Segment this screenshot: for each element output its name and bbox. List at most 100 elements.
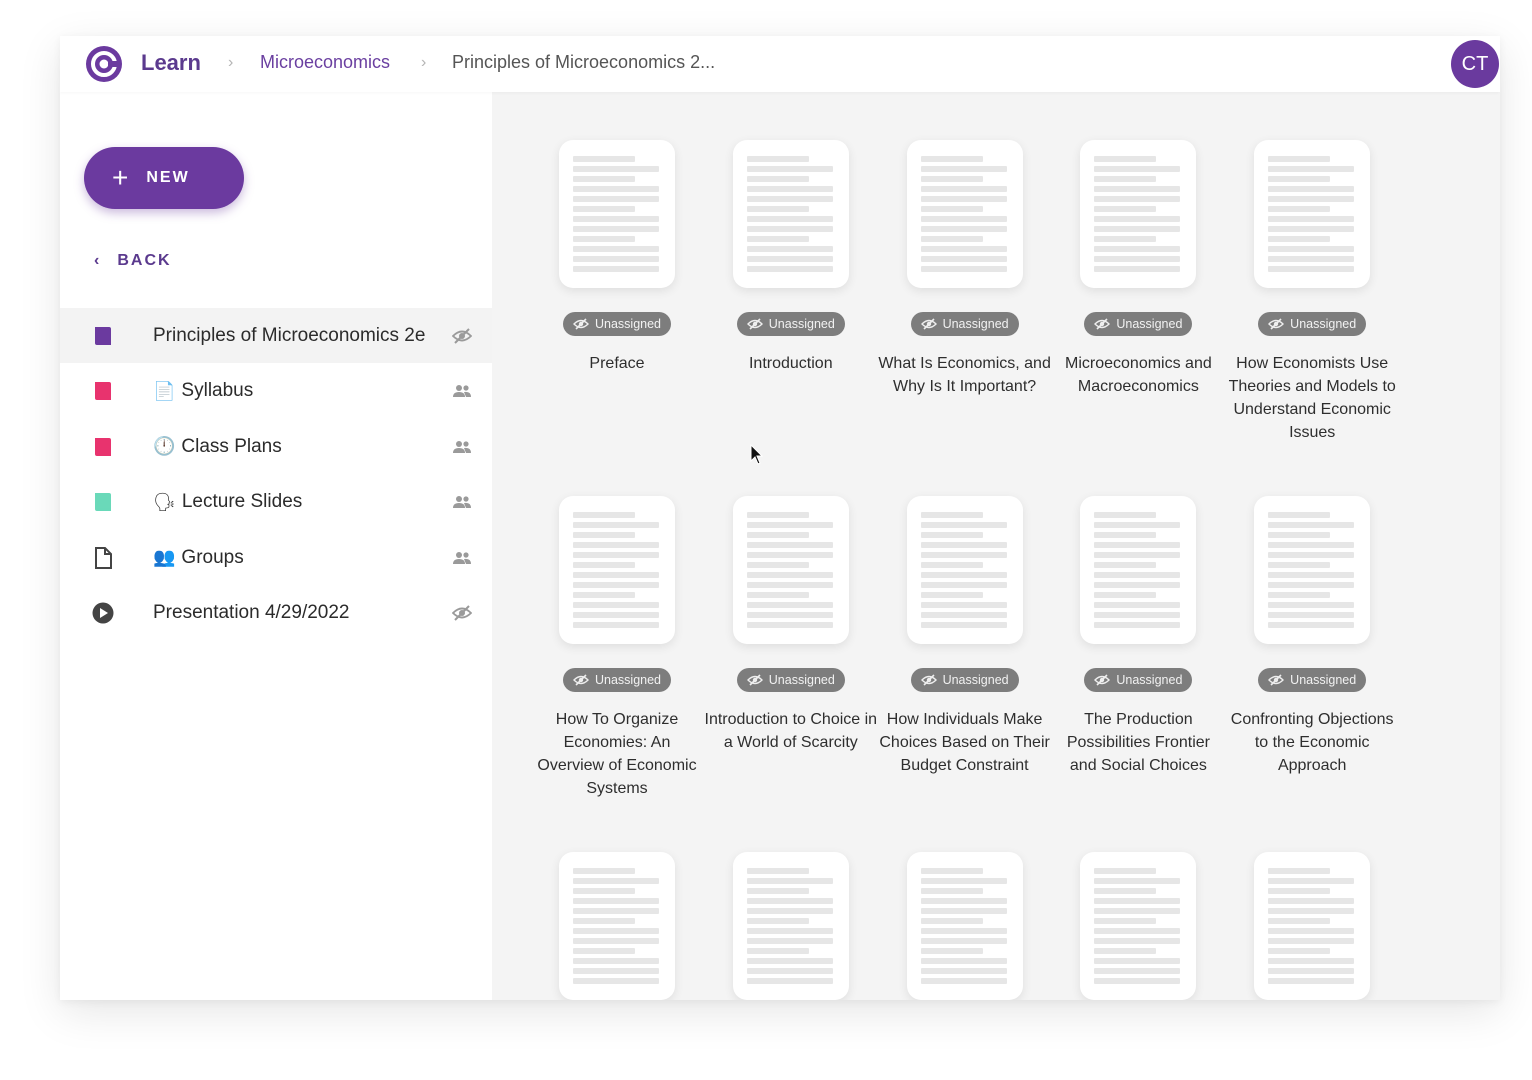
doc-line	[1094, 246, 1181, 252]
section-title: Introduction to Choice in a World of Sca…	[704, 711, 878, 751]
doc-line	[573, 236, 635, 242]
document-thumbnail[interactable]	[1254, 852, 1371, 1000]
document-thumbnail[interactable]	[559, 496, 675, 644]
doc-line	[1094, 542, 1181, 548]
doc-line	[920, 236, 983, 242]
doc-line	[746, 166, 833, 172]
doc-line	[746, 868, 809, 874]
sidebar-item-text: Presentation 4/29/2022	[153, 602, 350, 623]
document-thumbnail[interactable]	[906, 852, 1023, 1000]
doc-line	[573, 592, 635, 598]
status-badge[interactable]: Unassigned	[910, 668, 1019, 692]
doc-line	[573, 888, 635, 894]
status-badge[interactable]: Unassigned	[1084, 668, 1193, 692]
doc-line	[920, 522, 1007, 528]
learn-logo-icon[interactable]	[84, 44, 124, 84]
document-thumbnail[interactable]	[1080, 140, 1197, 288]
doc-line	[1268, 236, 1331, 242]
sidebar-item[interactable]: Presentation 4/29/2022	[60, 586, 492, 641]
back-button[interactable]: ‹ BACK	[94, 252, 172, 270]
document-thumbnail[interactable]	[559, 852, 675, 1000]
avatar[interactable]: CT	[1451, 40, 1499, 88]
sidebar-item-label: 🗣 Lecture Slides	[153, 491, 302, 513]
doc-line	[1268, 938, 1355, 944]
chevron-left-icon: ‹	[94, 252, 102, 269]
sidebar-item[interactable]: 🗣 Lecture Slides	[60, 475, 492, 530]
sidebar-item[interactable]: Principles of Microeconomics 2e	[60, 308, 492, 363]
document-thumbnail[interactable]	[1254, 496, 1371, 644]
doc-line	[1094, 908, 1181, 914]
status-badge[interactable]: Unassigned	[910, 312, 1019, 336]
people-icon[interactable]	[452, 492, 472, 512]
document-thumbnail[interactable]	[906, 140, 1023, 288]
eye-off-icon[interactable]	[451, 326, 473, 346]
eye-off-icon[interactable]	[451, 603, 473, 623]
doc-line	[573, 226, 659, 232]
sidebar-item[interactable]: 📄 Syllabus	[60, 364, 492, 419]
book-icon	[92, 325, 114, 347]
breadcrumb-course[interactable]: Microeconomics	[260, 52, 390, 73]
doc-line	[746, 552, 833, 558]
badge-label: Unassigned	[942, 673, 1009, 687]
doc-line	[573, 246, 659, 252]
doc-line	[1094, 978, 1181, 984]
doc-line	[1094, 622, 1181, 628]
doc-line	[573, 572, 659, 578]
document-thumbnail[interactable]	[1254, 140, 1371, 288]
status-badge[interactable]: Unassigned	[736, 312, 845, 336]
people-icon[interactable]	[452, 548, 472, 568]
doc-line	[573, 532, 635, 538]
sidebar-item[interactable]: 👥 Groups	[60, 530, 492, 585]
doc-line	[746, 216, 833, 222]
people-icon[interactable]	[452, 381, 472, 401]
status-badge[interactable]: Unassigned	[1258, 668, 1367, 692]
status-badge[interactable]: Unassigned	[1084, 312, 1193, 336]
doc-line	[1268, 978, 1355, 984]
document-thumbnail[interactable]	[1080, 496, 1197, 644]
doc-line	[1094, 898, 1181, 904]
status-badge[interactable]: Unassigned	[736, 668, 845, 692]
doc-line	[1268, 878, 1355, 884]
doc-line	[920, 196, 1007, 202]
sidebar-item-text: Principles of Microeconomics 2e	[153, 324, 426, 346]
sidebar-item-label: 📄 Syllabus	[153, 380, 253, 402]
document-thumbnail[interactable]	[906, 496, 1023, 644]
doc-line	[1268, 266, 1355, 272]
doc-line	[746, 266, 833, 272]
document-thumbnail[interactable]	[732, 852, 849, 1000]
doc-line	[573, 918, 635, 924]
eye-off-icon	[1268, 318, 1285, 330]
breadcrumb-current: Principles of Microeconomics 2...	[452, 52, 716, 72]
doc-line	[746, 582, 833, 588]
document-thumbnail[interactable]	[1080, 852, 1197, 1000]
status-badge[interactable]: Unassigned	[563, 668, 671, 692]
doc-line	[746, 978, 833, 984]
doc-line	[920, 256, 1007, 262]
doc-line	[573, 968, 659, 974]
sidebar-item-label: Presentation 4/29/2022	[153, 602, 350, 624]
doc-line	[920, 918, 983, 924]
document-thumbnail[interactable]	[732, 140, 849, 288]
doc-line	[1268, 888, 1331, 894]
doc-line	[573, 938, 659, 944]
eye-off-icon	[920, 674, 937, 686]
doc-line	[1094, 216, 1181, 222]
app-name[interactable]: Learn	[141, 50, 201, 76]
section-title: Introduction	[748, 355, 833, 372]
status-badge[interactable]: Unassigned	[563, 312, 671, 336]
document-thumbnail[interactable]	[559, 140, 675, 288]
doc-line	[746, 186, 833, 192]
sidebar-item[interactable]: 🕛 Class Plans	[60, 419, 492, 474]
doc-line	[746, 918, 809, 924]
doc-line	[920, 908, 1007, 914]
document-thumbnail[interactable]	[732, 496, 849, 644]
new-button[interactable]: + NEW	[84, 147, 244, 209]
people-icon[interactable]	[452, 437, 472, 457]
doc-line	[746, 958, 833, 964]
app-window: Learn › Microeconomics › Principles of M…	[60, 36, 1500, 1000]
new-button-label: NEW	[146, 169, 190, 186]
badge-label: Unassigned	[1116, 673, 1183, 687]
doc-line	[920, 512, 983, 518]
status-badge[interactable]: Unassigned	[1258, 312, 1367, 336]
doc-line	[746, 256, 833, 262]
